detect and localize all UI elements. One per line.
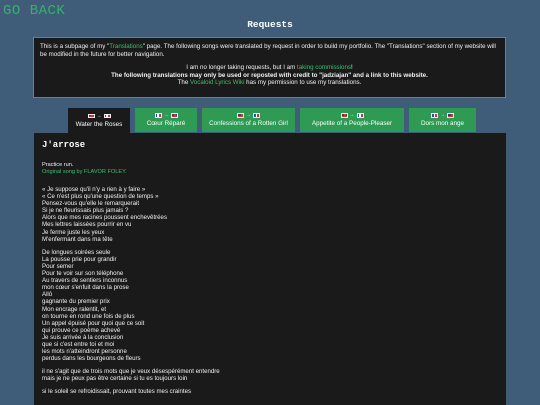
- uk-flag-icon: [87, 113, 95, 119]
- lyric-line: mon cœur s'enfuit dans la prose: [42, 284, 129, 292]
- lyric-line: Si je ne fleurissais plus jamais ?: [42, 207, 129, 215]
- arrow-right-icon: →: [246, 112, 251, 118]
- song-title: J'arrose: [42, 140, 86, 150]
- lyric-line: il ne s'agit que de trois mots que je ve…: [42, 368, 220, 376]
- lyric-line: Mes lettres laissées pourrir en vu: [42, 221, 132, 229]
- stanza: si le soleil se refroidissait, prouvant …: [42, 388, 498, 395]
- lyric-line: les mots n'atteindront personne: [42, 348, 127, 356]
- tab-appetite-of-a-people-pleaser[interactable]: → Appetite of a People-Pleaser: [300, 108, 404, 132]
- uk-flag-icon: [170, 113, 178, 118]
- fr-flag-icon: [154, 113, 162, 118]
- lyric-line: Allô: [42, 291, 53, 299]
- wiki-notice: The Vocaloid Lyrics Wiki has my permissi…: [177, 79, 362, 87]
- lyric-line: on tourne en rond une fois de plus: [42, 312, 135, 320]
- fr-flag-icon: [431, 113, 438, 118]
- lyrics-panel: J'arrose Practice run. Original song by …: [34, 133, 506, 405]
- arrow-right-icon: →: [163, 112, 169, 118]
- vocaloid-wiki-link[interactable]: Vocaloid Lyrics Wiki: [190, 79, 244, 86]
- fr-flag-icon: [356, 113, 364, 118]
- stanza: il ne s'agit que de trois mots que je ve…: [42, 368, 498, 382]
- lyric-line: La pousse prie pour grandir: [42, 255, 117, 263]
- arrow-right-icon: →: [349, 112, 355, 118]
- translations-link[interactable]: Translations: [109, 43, 142, 50]
- credit-notice: The following translations may only be u…: [111, 71, 428, 79]
- lyric-line: mais je ne peux pas être certaine si tu …: [42, 375, 188, 383]
- tab-water-the-roses[interactable]: → Water the Roses: [68, 108, 130, 133]
- fr-flag-icon: [253, 113, 260, 118]
- requests-notice: I am no longer taking requests, but I am…: [186, 64, 353, 72]
- lyric-line: Pour te voir sur son téléphone: [42, 270, 124, 278]
- arrow-right-icon: →: [96, 112, 102, 119]
- lyric-line: que si c'est entre toi et moi: [42, 340, 115, 348]
- tab-dors-mon-ange[interactable]: → Dors mon ange: [409, 108, 476, 132]
- lyric-line: Au travers de sentiers inconnus: [42, 277, 128, 285]
- intro-paragraph: This is a subpage of my "Translations" p…: [40, 43, 496, 58]
- lyric-line: si le soleil se refroidissait, prouvant …: [42, 388, 192, 396]
- stanza: De longues soirées seule La pousse prie …: [42, 249, 498, 363]
- fr-flag-icon: [103, 113, 111, 119]
- uk-flag-icon: [340, 113, 348, 118]
- tab-confessions-of-a-rotten-girl[interactable]: → Confessions of a Rotten Girl: [202, 108, 295, 132]
- lyrics: « Je suppose qu'il n'y a rien à y faire …: [42, 186, 498, 396]
- lyric-line: Pour semer: [42, 262, 74, 270]
- lyric-line: Un appel épuisé pour quoi que ce soit: [42, 319, 145, 327]
- intro-panel: This is a subpage of my "Translations" p…: [33, 37, 506, 98]
- tab-coeur-repare[interactable]: → Cœur Réparé: [135, 108, 197, 132]
- lyric-line: « Ce n'est plus qu'une question de temps…: [42, 193, 159, 201]
- lyric-line: gagnante du premier prix: [42, 298, 110, 306]
- lyric-line: perdus dans les bourgeons de fleurs: [42, 355, 141, 363]
- commissions-link[interactable]: taking commissions: [297, 64, 351, 71]
- lyric-line: Pensez-vous qu'elle le remarquerait: [42, 200, 140, 208]
- original-song-link[interactable]: Original song by FLAVOR FOLEY.: [42, 169, 498, 176]
- uk-flag-icon: [447, 113, 454, 118]
- lyric-line: Je suis arrivée à la conclusion: [42, 333, 124, 341]
- uk-flag-icon: [237, 113, 244, 118]
- arrow-right-icon: →: [440, 112, 445, 118]
- lyric-line: M'enfermant dans ma tête: [42, 235, 113, 243]
- go-back-link[interactable]: GO BACK: [3, 3, 65, 19]
- lyric-line: qui prouve ce poème achevé: [42, 326, 121, 334]
- lyric-line: Je ferme juste les yeux: [42, 228, 105, 236]
- lyric-line: De longues soirées seule: [42, 248, 111, 256]
- lyric-line: « Je suppose qu'il n'y a rien à y faire …: [42, 186, 146, 193]
- lyric-line: Alors que mes racines poussent enchevêtr…: [42, 214, 167, 222]
- stanza: « Je suppose qu'il n'y a rien à y faire …: [42, 186, 498, 243]
- page-title: Requests: [247, 19, 293, 30]
- song-tabs: → Water the Roses → Cœur Réparé → Confes…: [68, 108, 476, 133]
- lyric-line: Mon encrage ralentit, et: [42, 305, 107, 313]
- song-note: Practice run.: [42, 162, 74, 168]
